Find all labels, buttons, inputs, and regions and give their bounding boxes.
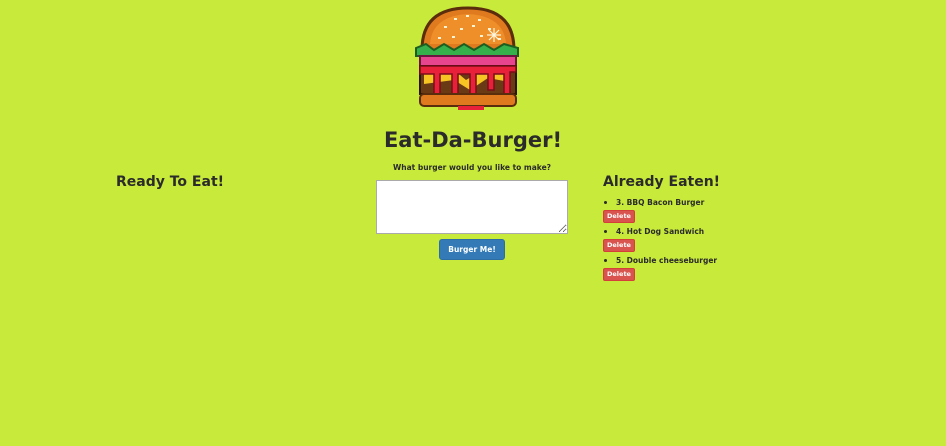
burger-logo <box>414 4 522 112</box>
burger-me-button[interactable]: Burger Me! <box>439 239 505 260</box>
burger-name-input[interactable] <box>376 180 568 234</box>
burger-form: What burger would you like to make? Burg… <box>376 163 568 260</box>
list-item: 5. Double cheeseburger Delete <box>603 254 720 281</box>
bullet-icon <box>604 229 607 233</box>
burger-name: 4. Hot Dog Sandwich <box>616 226 705 236</box>
already-eaten-column: Already Eaten! 3. BBQ Bacon Burger Delet… <box>603 174 720 283</box>
page-title: Eat-Da-Burger! <box>383 128 563 152</box>
delete-button[interactable]: Delete <box>603 210 635 223</box>
delete-button[interactable]: Delete <box>603 268 635 281</box>
list-item: 3. BBQ Bacon Burger Delete <box>603 196 720 223</box>
burger-name: 5. Double cheeseburger <box>616 255 718 265</box>
list-item: 4. Hot Dog Sandwich Delete <box>603 225 720 252</box>
burger-prompt-label: What burger would you like to make? <box>392 163 552 172</box>
burger-logo-icon <box>415 6 519 110</box>
ready-to-eat-heading: Ready To Eat! <box>116 174 225 190</box>
eaten-list: 3. BBQ Bacon Burger Delete 4. Hot Dog Sa… <box>603 196 720 281</box>
delete-button[interactable]: Delete <box>603 239 635 252</box>
burger-name: 3. BBQ Bacon Burger <box>616 197 705 207</box>
already-eaten-heading: Already Eaten! <box>603 174 721 190</box>
bullet-icon <box>604 200 607 204</box>
ready-to-eat-column: Ready To Eat! <box>116 174 224 190</box>
bullet-icon <box>604 258 607 262</box>
